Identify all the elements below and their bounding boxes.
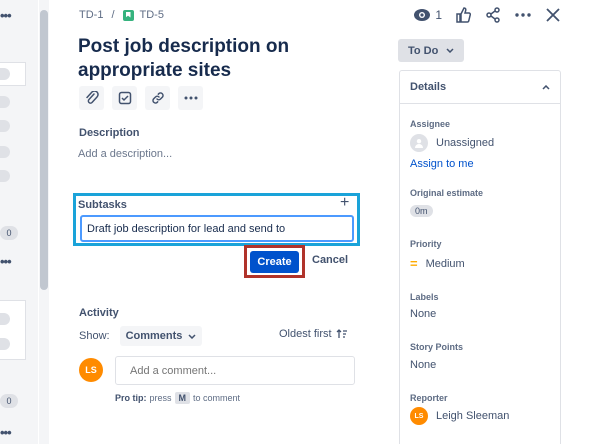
avatar: LS — [79, 358, 103, 382]
board-card-chip — [0, 170, 10, 182]
scrollbar-thumb[interactable] — [40, 10, 48, 290]
reporter-value: Leigh Sleeman — [436, 410, 510, 422]
story-points-value[interactable]: None — [410, 359, 436, 371]
assign-to-me-link[interactable]: Assign to me — [410, 158, 474, 170]
issue-toolbar — [79, 86, 203, 110]
more-apps-button[interactable] — [178, 86, 203, 110]
activity-type-value: Comments — [125, 330, 183, 342]
link-issue-button[interactable] — [145, 86, 170, 110]
reporter-field[interactable]: LS Leigh Sleeman — [410, 407, 509, 425]
sort-order-button[interactable]: Oldest first — [279, 328, 348, 340]
share-icon — [486, 7, 500, 23]
board-card-chip — [0, 96, 10, 108]
comment-input[interactable] — [115, 356, 355, 385]
create-button[interactable]: Create — [250, 251, 299, 273]
close-button[interactable] — [544, 6, 562, 24]
watch-button[interactable]: 1 — [413, 8, 442, 22]
subtasks-label: Subtasks — [78, 199, 127, 211]
issue-actions: 1 — [413, 6, 562, 24]
description-label: Description — [79, 127, 140, 139]
description-field[interactable]: Add a description... — [78, 148, 172, 160]
watch-count: 1 — [435, 8, 442, 22]
eye-icon — [414, 9, 431, 21]
chevron-down-icon — [446, 48, 454, 53]
estimate-label: Original estimate — [410, 188, 484, 198]
breadcrumb-issue-link[interactable]: TD-5 — [140, 9, 164, 21]
user-icon — [410, 134, 428, 152]
thumbs-up-icon — [456, 7, 471, 23]
reporter-label: Reporter — [410, 393, 448, 403]
labels-value[interactable]: None — [410, 308, 436, 320]
issue-title[interactable]: Post job description on appropriate site… — [78, 35, 348, 83]
pro-tip-prefix: Pro tip: — [115, 393, 147, 403]
chevron-up-icon — [542, 84, 550, 90]
add-subtask-icon[interactable]: + — [340, 194, 349, 212]
pro-tip-press: press — [149, 393, 172, 403]
activity-type-select[interactable]: Comments — [119, 326, 203, 346]
pro-tip-suffix: to comment — [193, 393, 241, 403]
priority-value: Medium — [425, 257, 465, 270]
more-actions-button[interactable] — [514, 6, 532, 24]
more-icon — [184, 96, 197, 100]
activity-label: Activity — [79, 307, 119, 319]
share-button[interactable] — [484, 6, 502, 24]
shortcut-key: M — [174, 392, 191, 404]
pro-tip: Pro tip: press M to comment — [115, 392, 240, 404]
labels-label: Labels — [410, 292, 439, 302]
cancel-button[interactable]: Cancel — [312, 254, 348, 266]
priority-label: Priority — [410, 239, 442, 249]
more-icon[interactable]: ••• — [0, 425, 16, 440]
story-icon — [122, 9, 134, 21]
breadcrumb-separator: / — [111, 9, 115, 21]
avatar: LS — [410, 407, 428, 425]
assignee-value: Unassigned — [436, 137, 495, 149]
link-icon — [151, 92, 164, 104]
priority-medium-icon: = — [410, 256, 418, 271]
close-icon — [546, 8, 560, 22]
board-background: ••• 0 ••• 0 ••• — [0, 0, 38, 444]
priority-field[interactable]: = Medium — [410, 256, 465, 271]
board-card-chip — [0, 120, 10, 132]
details-panel: Details Assignee Unassigned Assign to me… — [399, 70, 561, 444]
story-points-label: Story Points — [410, 342, 464, 352]
like-button[interactable] — [454, 6, 472, 24]
status-dropdown[interactable]: To Do — [398, 39, 465, 62]
board-card-chip — [0, 146, 10, 158]
column-count-badge: 0 — [0, 226, 18, 240]
subtask-input[interactable] — [80, 215, 354, 242]
more-icon[interactable]: ••• — [0, 8, 16, 23]
sort-order-label: Oldest first — [279, 328, 332, 340]
assignee-label: Assignee — [410, 119, 451, 129]
column-count-badge: 0 — [0, 394, 18, 408]
paperclip-icon — [85, 91, 99, 104]
assignee-field[interactable]: Unassigned — [410, 134, 494, 152]
activity-filter: Show: Comments — [79, 326, 203, 346]
chevron-down-icon — [188, 333, 196, 339]
estimate-value[interactable]: 0m — [410, 205, 433, 217]
board-card[interactable] — [0, 300, 26, 360]
breadcrumb-parent-link[interactable]: TD-1 — [79, 9, 103, 21]
board-scrollbar[interactable] — [39, 0, 49, 444]
more-icon[interactable]: ••• — [0, 254, 16, 269]
more-icon — [515, 13, 531, 17]
details-label: Details — [410, 81, 447, 93]
create-subtask-button[interactable] — [112, 86, 137, 110]
breadcrumb: TD-1 / TD-5 — [79, 9, 164, 21]
attach-button[interactable] — [79, 86, 104, 110]
show-label: Show: — [79, 330, 110, 342]
status-value: To Do — [408, 44, 439, 57]
details-header[interactable]: Details — [400, 71, 560, 104]
subtask-icon — [118, 91, 131, 105]
sort-icon — [336, 329, 347, 338]
